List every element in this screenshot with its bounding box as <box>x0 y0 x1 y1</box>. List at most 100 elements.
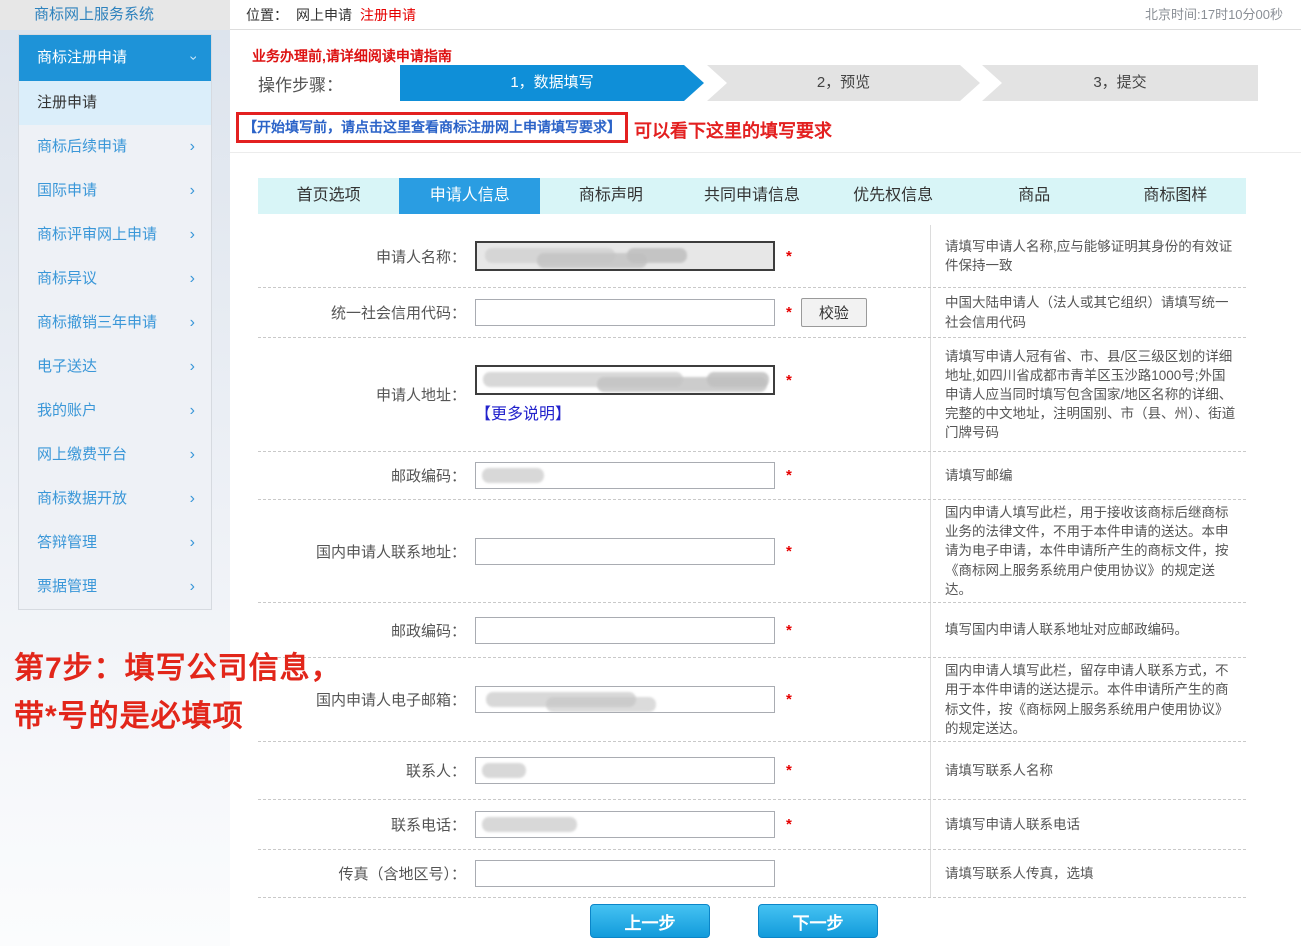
sidebar-item-electronic-delivery[interactable]: 电子送达 › <box>19 345 211 389</box>
chevron-right-icon: › <box>190 477 195 521</box>
field-help: 请填写申请人冠有省、市、县/区三级区划的详细地址,如四川省成都市青羊区玉沙路10… <box>930 338 1246 451</box>
applicant-info-form: 申请人名称： * 请填写申请人名称,应与能够证明其身份的有效证件保持一致 统一社… <box>258 225 1246 898</box>
sidebar-item-trademark-registration[interactable]: 商标注册申请 › <box>19 35 211 81</box>
chevron-right-icon: › <box>190 521 195 565</box>
field-label: 联系电话： <box>258 814 475 835</box>
sidebar-item-my-account[interactable]: 我的账户 › <box>19 389 211 433</box>
required-marker: * <box>786 304 792 321</box>
divider <box>230 152 1301 153</box>
applicant-address-input[interactable] <box>475 365 775 395</box>
applicant-name-input[interactable] <box>475 241 775 271</box>
verify-button[interactable]: 校验 <box>801 298 867 327</box>
form-row-credit-code: 统一社会信用代码： * 校验 中国大陆申请人（法人或其它组织）请填写统一社会信用… <box>258 288 1246 338</box>
required-marker: * <box>786 467 792 484</box>
sidebar: 商标注册申请 › 注册申请 商标后续申请 › 国际申请 › 商标评审网上申请 ›… <box>0 30 230 946</box>
email-input[interactable] <box>475 686 775 713</box>
tab-priority-info[interactable]: 优先权信息 <box>823 178 964 214</box>
tab-applicant-info[interactable]: 申请人信息 <box>399 178 540 214</box>
breadcrumb-page[interactable]: 注册申请 <box>360 7 416 23</box>
sidebar-item-receipt-management[interactable]: 票据管理 › <box>19 565 211 609</box>
sidebar-item-label: 答辩管理 <box>37 521 97 565</box>
contact-phone-input[interactable] <box>475 811 775 838</box>
sidebar-item-international-application[interactable]: 国际申请 › <box>19 169 211 213</box>
annotation-line1: 第7步：填写公司信息， <box>14 645 342 693</box>
read-guide-notice: 业务办理前,请详细阅读申请指南 <box>252 46 452 66</box>
breadcrumb: 位置： 网上申请注册申请 <box>246 0 424 30</box>
field-help: 填写国内申请人联系地址对应邮政编码。 <box>930 603 1246 657</box>
chevron-right-icon: › <box>190 389 195 433</box>
sidebar-item-followup-application[interactable]: 商标后续申请 › <box>19 125 211 169</box>
field-label: 联系人： <box>258 760 475 781</box>
sidebar-item-label: 网上缴费平台 <box>37 433 127 477</box>
required-marker: * <box>786 543 792 560</box>
required-marker: * <box>786 762 792 779</box>
annotation-line2: 带*号的是必填项 <box>14 693 342 741</box>
sidebar-item-label: 国际申请 <box>37 169 97 213</box>
chevron-down-icon: › <box>172 56 218 61</box>
field-label: 传真（含地区号）： <box>258 863 475 884</box>
field-help: 请填写申请人名称,应与能够证明其身份的有效证件保持一致 <box>930 225 1246 287</box>
form-row-contact-person: 联系人： * 请填写联系人名称 <box>258 742 1246 800</box>
form-row-email: 国内申请人电子邮箱： * 国内申请人填写此栏，留存申请人联系方式，不用于本件申请… <box>258 658 1246 742</box>
breadcrumb-label: 位置： <box>246 7 288 23</box>
sidebar-item-label: 电子送达 <box>37 345 97 389</box>
breadcrumb-section[interactable]: 网上申请 <box>296 7 352 23</box>
form-row-contact-phone: 联系电话： * 请填写申请人联系电话 <box>258 800 1246 850</box>
sidebar-item-label: 商标数据开放 <box>37 477 127 521</box>
form-row-fax: 传真（含地区号）： 请填写联系人传真，选填 <box>258 850 1246 898</box>
sidebar-item-review-online-application[interactable]: 商标评审网上申请 › <box>19 213 211 257</box>
filling-requirements-link[interactable]: 【开始填写前，请点击这里查看商标注册网上申请填写要求】 <box>236 112 628 143</box>
tab-joint-application-info[interactable]: 共同申请信息 <box>681 178 822 214</box>
tab-home-options[interactable]: 首页选项 <box>258 178 399 214</box>
sidebar-item-trademark-data[interactable]: 商标数据开放 › <box>19 477 211 521</box>
sidebar-item-opposition[interactable]: 商标异议 › <box>19 257 211 301</box>
field-help: 请填写联系人传真，选填 <box>930 850 1246 897</box>
step-2-preview: 2，预览 <box>707 65 980 101</box>
tab-trademark-declaration[interactable]: 商标声明 <box>540 178 681 214</box>
sidebar-subitem-registration[interactable]: 注册申请 <box>19 81 211 125</box>
required-marker: * <box>786 248 792 265</box>
annotation-requirements-note: 可以看下这里的填写要求 <box>634 117 832 143</box>
field-help: 国内申请人填写此栏，用于接收该商标后继商标业务的法律文件，不用于本件申请的送达。… <box>930 500 1246 602</box>
tab-goods[interactable]: 商品 <box>964 178 1105 214</box>
form-row-domestic-contact-address: 国内申请人联系地址： * 国内申请人填写此栏，用于接收该商标后继商标业务的法律文… <box>258 500 1246 603</box>
sidebar-item-defense-management[interactable]: 答辩管理 › <box>19 521 211 565</box>
field-help: 国内申请人填写此栏，留存申请人联系方式，不用于本件申请的送达提示。本件申请所产生… <box>930 658 1246 741</box>
step-1-data-entry: 1，数据填写 <box>400 65 704 101</box>
chevron-right-icon: › <box>190 257 195 301</box>
postal-code-input[interactable] <box>475 462 775 489</box>
annotation-step7-note: 第7步：填写公司信息， 带*号的是必填项 <box>14 645 342 741</box>
sidebar-item-label: 我的账户 <box>37 389 97 433</box>
beijing-time: 北京时间:17时10分00秒 <box>1145 0 1283 30</box>
contact-person-input[interactable] <box>475 757 775 784</box>
sidebar-item-label: 商标异议 <box>37 257 97 301</box>
field-help: 请填写联系人名称 <box>930 742 1246 799</box>
step-3-submit: 3，提交 <box>982 65 1258 101</box>
field-label: 统一社会信用代码： <box>258 302 475 323</box>
sidebar-item-label: 商标撤销三年申请 <box>37 301 157 345</box>
fax-input[interactable] <box>475 860 775 887</box>
field-label: 邮政编码： <box>258 620 475 641</box>
tab-trademark-image[interactable]: 商标图样 <box>1105 178 1246 214</box>
form-tabbar: 首页选项 申请人信息 商标声明 共同申请信息 优先权信息 商品 商标图样 <box>258 178 1246 214</box>
sidebar-item-three-year-cancellation[interactable]: 商标撤销三年申请 › <box>19 301 211 345</box>
more-info-link[interactable]: 【更多说明】 <box>475 400 792 424</box>
form-row-postal-code: 邮政编码： * 请填写邮编 <box>258 452 1246 500</box>
previous-step-button[interactable]: 上一步 <box>590 904 710 938</box>
field-label: 国内申请人联系地址： <box>258 541 475 562</box>
chevron-right-icon: › <box>190 565 195 609</box>
next-step-button[interactable]: 下一步 <box>758 904 878 938</box>
field-label: 邮政编码： <box>258 465 475 486</box>
chevron-right-icon: › <box>190 433 195 477</box>
contact-postal-code-input[interactable] <box>475 617 775 644</box>
credit-code-input[interactable] <box>475 299 775 326</box>
chevron-right-icon: › <box>190 345 195 389</box>
chevron-right-icon: › <box>190 301 195 345</box>
sidebar-item-online-payment[interactable]: 网上缴费平台 › <box>19 433 211 477</box>
sidebar-menu: 商标注册申请 › 注册申请 商标后续申请 › 国际申请 › 商标评审网上申请 ›… <box>18 34 212 610</box>
steps-label: 操作步骤： <box>258 71 343 96</box>
form-row-contact-postal-code: 邮政编码： * 填写国内申请人联系地址对应邮政编码。 <box>258 603 1246 658</box>
sidebar-active-label: 商标注册申请 <box>37 35 127 81</box>
domestic-contact-address-input[interactable] <box>475 538 775 565</box>
required-marker: * <box>786 816 792 833</box>
